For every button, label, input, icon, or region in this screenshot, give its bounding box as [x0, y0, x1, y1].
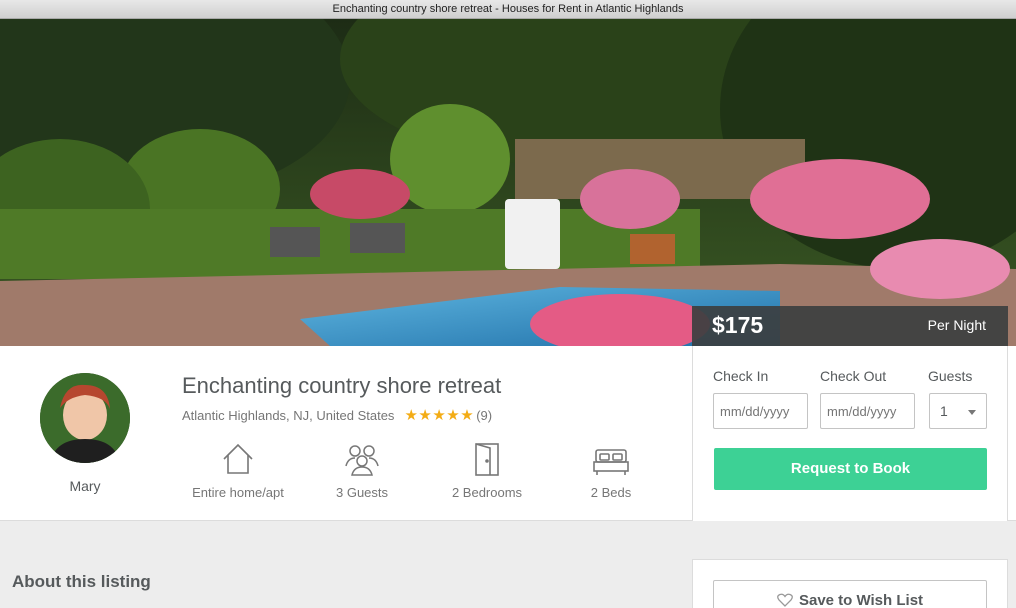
guests-icon: [302, 442, 422, 476]
listing-location: Atlantic Highlands, NJ, United States ★★…: [182, 406, 492, 424]
listing-facts: Entire home/apt 3 Guests 2 Bedrooms 2 Be…: [0, 442, 690, 502]
door-icon: [427, 442, 547, 476]
review-count[interactable]: (9): [476, 408, 492, 423]
bed-icon: [551, 442, 671, 476]
check-in-input[interactable]: [713, 393, 808, 429]
home-icon: [178, 442, 298, 476]
fact-label: Entire home/apt: [192, 485, 284, 500]
check-out-input[interactable]: [820, 393, 915, 429]
guests-label: Guests: [928, 368, 973, 384]
wishlist-label: Save to Wish List: [798, 592, 924, 608]
listing-photo[interactable]: [0, 19, 1016, 346]
check-out-label: Check Out: [820, 368, 887, 384]
check-in-label: Check In: [713, 368, 769, 384]
price-bar: $175 Per Night: [692, 306, 1008, 346]
window-title: Enchanting country shore retreat - House…: [0, 0, 1016, 19]
fact-guests: 3 Guests: [302, 442, 422, 500]
heart-outline-icon: [777, 593, 793, 608]
price-period: Per Night: [927, 317, 986, 333]
fact-bedrooms: 2 Bedrooms: [427, 442, 547, 500]
guests-select[interactable]: 1: [929, 393, 987, 429]
guests-value: 1: [940, 403, 948, 419]
fact-label: 2 Bedrooms: [451, 485, 523, 500]
listing-title: Enchanting country shore retreat: [182, 373, 502, 398]
fact-label: 2 Beds: [590, 485, 632, 500]
chevron-down-icon: [968, 410, 976, 415]
about-heading: About this listing: [12, 572, 151, 591]
rating-stars: ★★★★★: [404, 407, 475, 424]
fact-beds: 2 Beds: [551, 442, 671, 500]
nightly-price: $175: [712, 312, 764, 338]
booking-panel: Check In Check Out Guests 1 Request to B…: [692, 346, 1008, 521]
request-to-book-button[interactable]: Request to Book: [714, 448, 987, 490]
garden-pool-photo: [0, 19, 1016, 346]
fact-room-type: Entire home/apt: [178, 442, 298, 500]
wishlist-panel: Save to Wish List: [692, 559, 1008, 608]
location-text[interactable]: Atlantic Highlands, NJ, United States: [182, 408, 394, 423]
fact-label: 3 Guests: [335, 485, 389, 500]
save-to-wishlist-button[interactable]: Save to Wish List: [713, 580, 987, 608]
